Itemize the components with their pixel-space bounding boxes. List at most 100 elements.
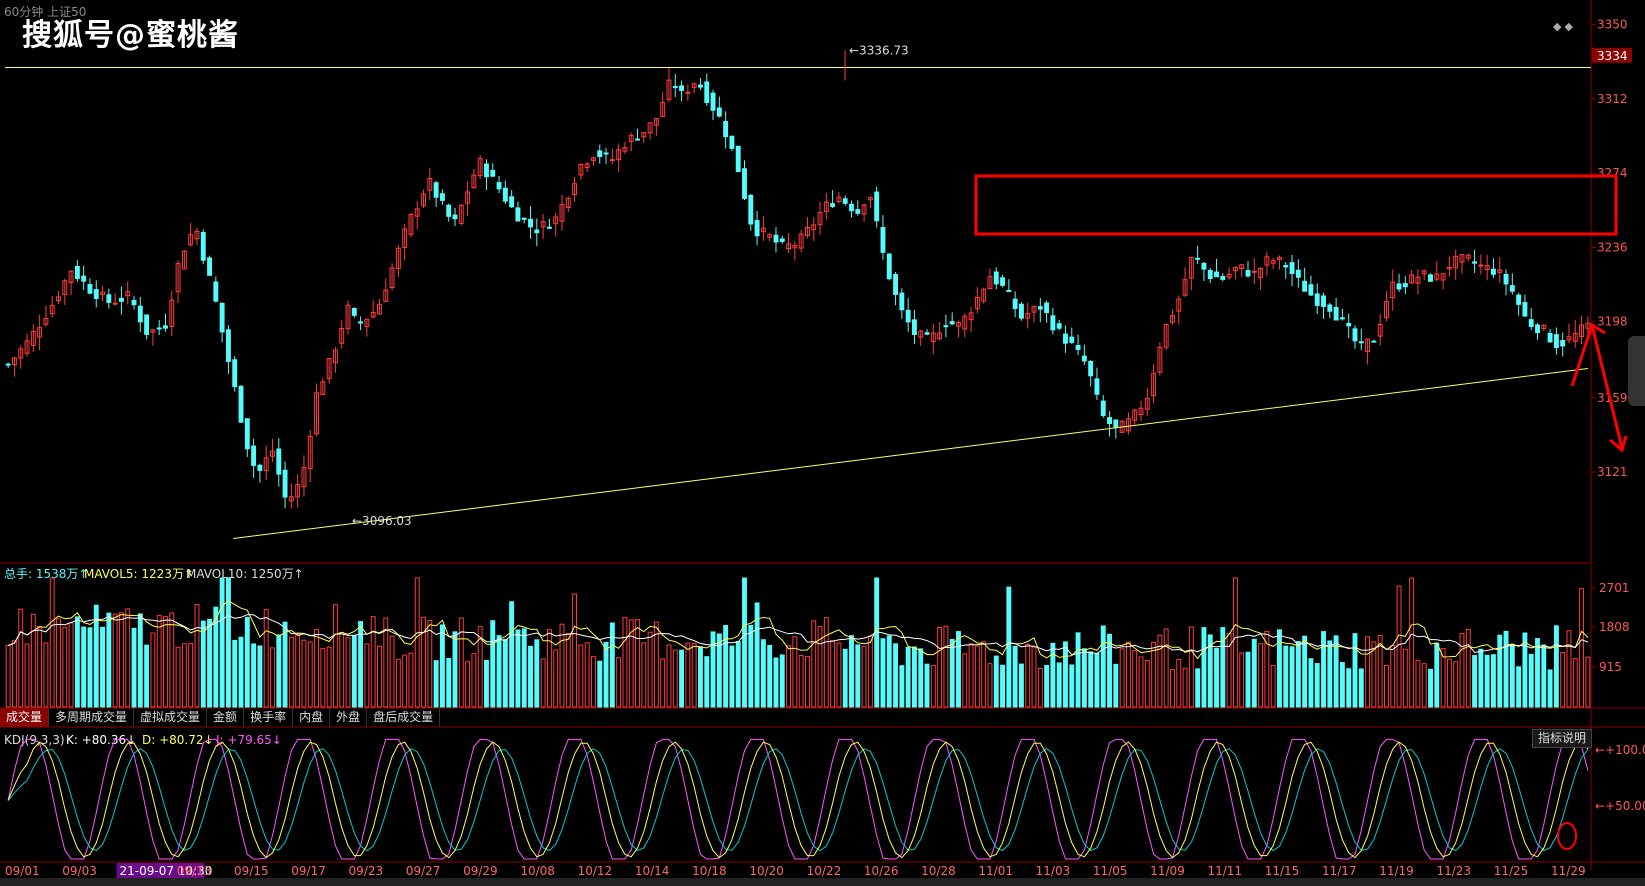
volume-bar [1063,641,1068,708]
volume-bar [1258,643,1264,708]
candle-body [1075,344,1081,350]
volume-bar [1560,651,1566,708]
stock-chart[interactable]: 33503334331232743236319831593121←3336.73… [0,0,1645,886]
volume-bar [30,613,36,708]
volume-bar [949,638,955,708]
tab-turnover[interactable]: 换手率 [244,708,294,727]
tab-multi-period-volume[interactable]: 多周期成交量 [49,708,135,727]
candle-body [1088,360,1094,377]
volume-bar [1572,658,1578,708]
date-axis-label: 10/20 [749,864,784,878]
candle-body [1535,324,1540,334]
date-axis-label: 10/28 [921,864,956,878]
volume-bar [257,645,263,708]
tab-virtual-volume[interactable]: 虚拟成交量 [134,708,208,727]
candle-body [546,226,552,229]
volume-bar [899,665,905,708]
price-axis-label: 3312 [1597,92,1628,106]
volume-bar [591,656,596,708]
volume-bar [559,623,565,708]
tab-volume[interactable]: 成交量 [0,708,50,727]
volume-bar [534,639,540,708]
volume-bar [609,622,615,708]
candle-body [893,274,899,295]
candle-body [1402,283,1408,288]
volume-axis-label: 2701 [1599,581,1630,595]
volume-bar [1025,643,1031,708]
volume-bar [1522,632,1528,708]
volume-bar [1018,663,1024,708]
volume-bar [1113,663,1119,708]
volume-bar [1421,663,1427,708]
volume-bar [1490,654,1496,708]
volume-bar [1553,625,1559,708]
candle-body [1063,333,1068,344]
tab-after-hours-volume[interactable]: 盘后成交量 [367,708,441,727]
candle-body [609,159,615,162]
date-axis-label: 10/14 [635,864,670,878]
volume-axis-label: 915 [1599,660,1622,674]
candle-body [490,170,496,177]
candle-body [729,135,735,149]
candle-body [1346,322,1352,327]
candle-body [1302,280,1308,292]
tab-amount[interactable]: 金额 [207,708,245,727]
candle-body [1207,270,1213,279]
date-axis-label: 11/23 [1436,864,1471,878]
candle-body [238,385,244,423]
volume-bar [1321,631,1326,708]
volume-bar [1031,646,1037,708]
indicator-help-button[interactable]: 指标说明 [1532,729,1592,748]
date-axis-label: 10/08 [520,864,555,878]
volume-bar [1446,658,1452,708]
annotation-box [974,174,1618,236]
volume-bar [691,642,697,708]
tab-inner-volume[interactable]: 内盘 [293,708,331,727]
volume-bar [1000,664,1005,708]
volume-bar [144,644,150,708]
volume-bar [207,618,212,708]
volume-bar [295,634,301,708]
volume-bar [1151,641,1157,708]
volume-bar [1579,588,1585,708]
candle-body [439,193,445,201]
candle-body [534,229,540,234]
volume-bar [301,639,307,708]
candle-body [502,187,508,202]
window-controls-icon[interactable]: ◆◆ [1553,20,1576,33]
volume-bar [1528,653,1534,708]
volume-bar [43,642,49,708]
volume-bar [125,608,131,708]
volume-bar [244,616,250,708]
volume-bar [1006,586,1012,708]
volume-bar [1402,648,1408,708]
volume-bar [81,626,87,708]
candle-body [679,85,685,92]
side-panel-handle[interactable] [1628,336,1645,406]
candle-body [131,299,137,306]
volume-bar [1195,668,1201,708]
volume-bar [345,637,351,708]
candle-body [106,294,112,303]
volume-bar [1547,669,1553,708]
candle-body [1044,302,1050,313]
volume-total-label: 总手: 1538万↑ [4,567,88,581]
volume-bar [1283,645,1289,708]
volume-bar [528,645,533,708]
volume-bar [326,646,332,708]
candle-body [1056,323,1062,329]
date-axis-label: 11/09 [1150,864,1185,878]
candle-body [521,217,527,220]
volume-bar [867,635,873,708]
tab-outer-volume[interactable]: 外盘 [330,708,368,727]
candle-body [219,302,225,333]
volume-bar [974,645,980,708]
volume-bar [263,609,269,708]
volume-bar [194,603,200,708]
candle-body [1371,340,1377,343]
candle-body [943,325,949,328]
volume-bar [647,631,653,708]
candle-body [156,327,162,330]
volume-bar [1358,668,1364,708]
date-axis-label: 11/05 [1093,864,1128,878]
